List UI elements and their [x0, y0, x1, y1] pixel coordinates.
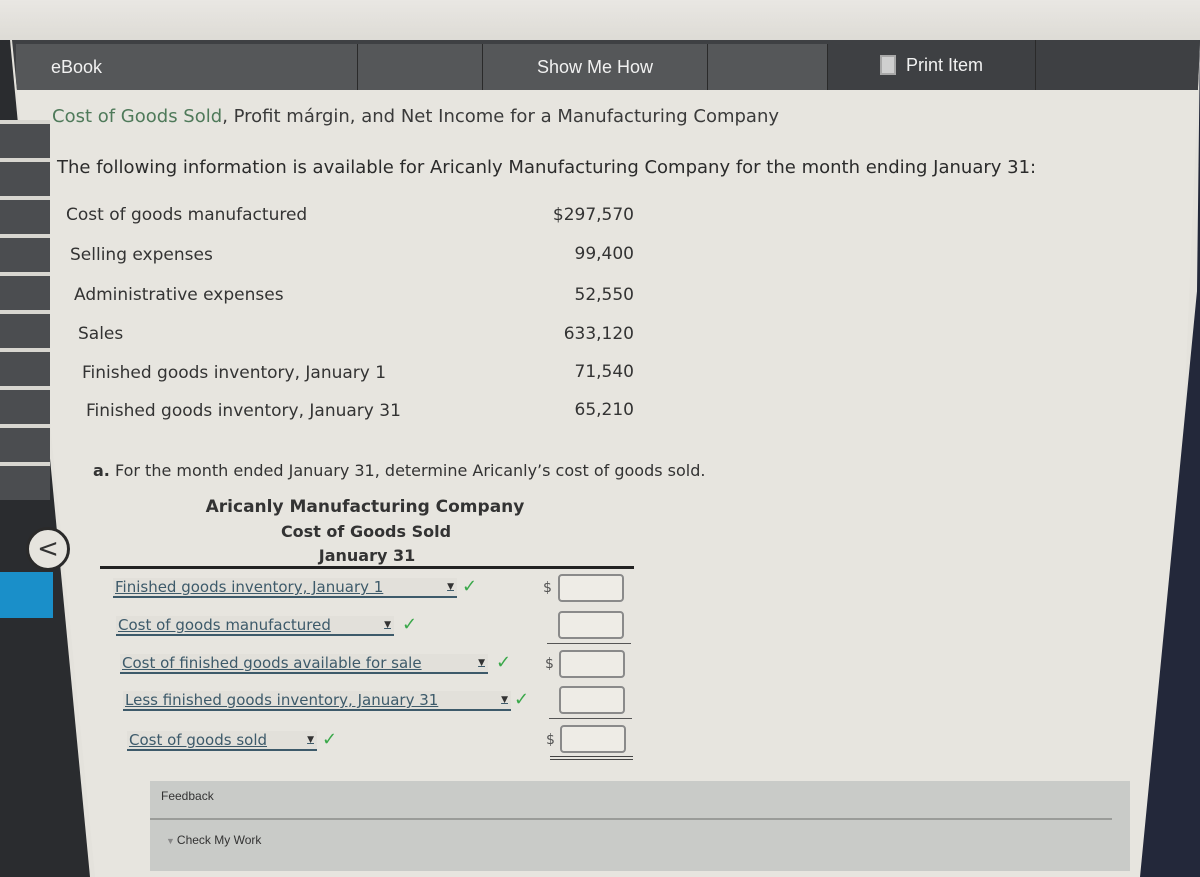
- tab-show-me-how-label: Show Me How: [536, 56, 654, 77]
- given-value: 633,120: [563, 324, 634, 344]
- part-a-text: For the month ended January 31, determin…: [109, 461, 706, 480]
- question-title-link[interactable]: Cost of Goods Sold: [52, 106, 222, 127]
- dropdown-value: Finished goods inventory, January 1: [115, 578, 384, 596]
- tab-ebook-label: eBook: [50, 56, 103, 77]
- sidebar-item[interactable]: [0, 386, 50, 424]
- given-value: 65,210: [574, 400, 634, 420]
- currency-symbol: $: [543, 580, 552, 596]
- subtotal-rule: [549, 718, 632, 719]
- amount-input[interactable]: [559, 686, 625, 714]
- amount-input[interactable]: [558, 574, 624, 602]
- question-intro: The following information is available f…: [57, 157, 1037, 178]
- sidebar-item[interactable]: [0, 120, 50, 158]
- question-title-rest: , Profit márgin, and Net Income for a Ma…: [222, 106, 780, 127]
- given-value: 52,550: [574, 285, 634, 305]
- dropdown-value: Cost of goods manufactured: [118, 616, 331, 634]
- amount-input[interactable]: [560, 725, 626, 753]
- line-item-dropdown[interactable]: Cost of finished goods available for sal…: [120, 654, 488, 674]
- given-label: Finished goods inventory, January 1: [82, 363, 387, 383]
- subtotal-rule: [547, 643, 631, 644]
- caret-down-icon: ▼: [501, 695, 508, 705]
- given-label: Sales: [78, 324, 124, 344]
- background-wall: [0, 0, 1200, 44]
- sidebar-items: [0, 120, 50, 500]
- line-item-dropdown[interactable]: Finished goods inventory, January 1 ▼: [113, 578, 457, 598]
- print-item-label: Print Item: [905, 54, 984, 75]
- dropdown-value: Less finished goods inventory, January 3…: [125, 691, 439, 709]
- sidebar-item[interactable]: [0, 272, 50, 310]
- print-item-button[interactable]: Print Item: [828, 40, 1036, 90]
- sidebar-item[interactable]: [0, 462, 50, 500]
- previous-button[interactable]: <: [26, 527, 70, 571]
- given-label: Finished goods inventory, January 31: [86, 401, 401, 421]
- tab-blank-1[interactable]: [358, 44, 483, 90]
- dropdown-value: Cost of finished goods available for sal…: [122, 654, 422, 672]
- amount-input[interactable]: [558, 611, 624, 639]
- tab-ebook[interactable]: eBook: [16, 44, 358, 90]
- statement-title: Cost of Goods Sold: [280, 522, 452, 541]
- line-item-dropdown[interactable]: Cost of goods sold ▼: [127, 731, 317, 751]
- line-item-dropdown[interactable]: Cost of goods manufactured ▼: [116, 616, 394, 636]
- sidebar-item[interactable]: [0, 234, 50, 272]
- caret-down-icon: ▼: [447, 582, 454, 592]
- statement-company: Aricanly Manufacturing Company: [205, 497, 525, 517]
- sidebar-item[interactable]: [0, 196, 50, 234]
- sidebar-item[interactable]: [0, 424, 50, 462]
- statement-date: January 31: [318, 546, 416, 565]
- sidebar-item[interactable]: [0, 310, 50, 348]
- part-a-prefix: a.: [93, 461, 110, 480]
- amount-input[interactable]: [559, 650, 625, 678]
- correct-check-icon: ✓: [514, 689, 530, 710]
- caret-down-icon: ▼: [478, 658, 485, 668]
- currency-symbol: $: [545, 656, 554, 672]
- given-label: Cost of goods manufactured: [66, 205, 308, 225]
- given-label: Administrative expenses: [74, 285, 284, 305]
- given-value: 71,540: [574, 362, 634, 382]
- sidebar-item-active[interactable]: [0, 572, 53, 618]
- correct-check-icon: ✓: [462, 576, 478, 597]
- check-my-work-toggle[interactable]: ▼ Check My Work: [166, 833, 261, 847]
- tab-blank-2[interactable]: [708, 44, 828, 90]
- check-my-work-label: Check My Work: [176, 833, 262, 847]
- caret-down-icon: ▼: [384, 620, 391, 630]
- header-rule: [100, 566, 634, 569]
- feedback-panel: Feedback ▼ Check My Work: [150, 781, 1130, 871]
- correct-check-icon: ✓: [402, 614, 418, 635]
- print-icon: [879, 55, 896, 75]
- correct-check-icon: ✓: [496, 652, 512, 673]
- sidebar-item[interactable]: [0, 158, 50, 196]
- feedback-divider: [150, 818, 1112, 820]
- tab-show-me-how[interactable]: Show Me How: [483, 44, 708, 90]
- part-a-instruction: a. For the month ended January 31, deter…: [93, 461, 705, 480]
- correct-check-icon: ✓: [322, 729, 338, 750]
- caret-down-icon: ▼: [307, 735, 314, 745]
- given-value: 99,400: [574, 244, 634, 264]
- chevron-left-icon: <: [37, 534, 59, 564]
- line-item-dropdown[interactable]: Less finished goods inventory, January 3…: [123, 691, 511, 711]
- total-double-rule: [550, 756, 633, 760]
- triangle-down-icon: ▼: [166, 836, 175, 846]
- currency-symbol: $: [546, 732, 555, 748]
- tab-blank-3: [1036, 40, 1200, 90]
- given-value: $297,570: [552, 205, 634, 225]
- given-label: Selling expenses: [70, 245, 213, 265]
- toolbar: eBook Show Me How Print Item: [12, 40, 1200, 90]
- feedback-label: Feedback: [161, 789, 214, 803]
- question-title: Cost of Goods Sold, Profit márgin, and N…: [52, 106, 779, 127]
- dropdown-value: Cost of goods sold: [129, 731, 268, 749]
- sidebar-item[interactable]: [0, 348, 50, 386]
